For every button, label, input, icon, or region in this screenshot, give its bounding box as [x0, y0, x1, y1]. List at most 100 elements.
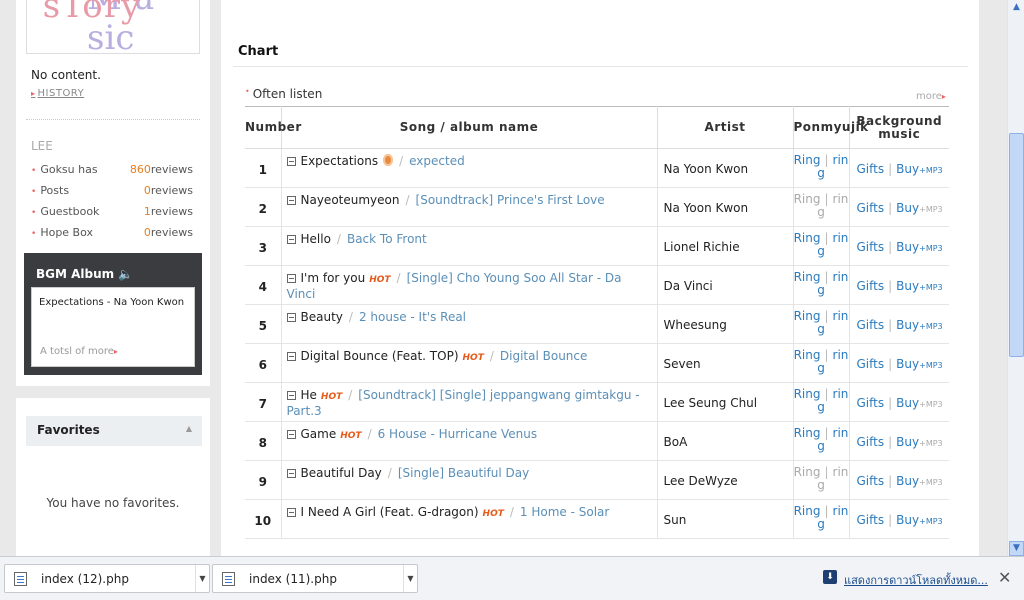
artist-name[interactable]: Lee DeWyze — [657, 460, 794, 500]
gifts-link[interactable]: Gifts — [857, 513, 885, 527]
ringback-link[interactable]: rin g — [817, 270, 848, 297]
speaker-icon[interactable]: 🔈 — [118, 267, 133, 281]
song-info-icon[interactable] — [286, 469, 296, 478]
collapse-icon[interactable]: ▲ — [186, 424, 192, 433]
album-name[interactable]: 2 house - It's Real — [359, 310, 466, 324]
album-name[interactable]: Digital Bounce — [500, 349, 588, 363]
artist-name[interactable]: Lionel Richie — [657, 226, 794, 266]
song-info-icon[interactable] — [286, 391, 296, 400]
ring-link[interactable]: Ring — [794, 231, 821, 245]
artist-name[interactable]: Na Yoon Kwon — [657, 187, 794, 227]
bgm-song[interactable]: Expectations - Na Yoon Kwon — [39, 297, 184, 308]
ring-link[interactable]: Ring — [794, 387, 821, 401]
song-title[interactable]: Digital Bounce (Feat. TOP) — [301, 349, 459, 363]
ringback-link[interactable]: rin g — [817, 153, 848, 180]
song-title[interactable]: Beautiful Day — [301, 466, 382, 480]
album-name[interactable]: expected — [409, 154, 465, 168]
ringback-link[interactable]: rin g — [817, 465, 848, 492]
album-name[interactable]: [Single] Beautiful Day — [398, 466, 529, 480]
buy-link[interactable]: Buy+MP3 — [896, 201, 942, 215]
ring-link[interactable]: Ring — [794, 153, 821, 167]
stat-guestbook[interactable]: • Guestbook 1reviews — [31, 205, 193, 218]
ringback-link[interactable]: rin g — [817, 426, 848, 453]
album-name[interactable]: [Soundtrack] Prince's First Love — [416, 193, 605, 207]
separator: / — [405, 193, 410, 207]
buy-link[interactable]: Buy+MP3 — [896, 318, 942, 332]
song-title[interactable]: He — [301, 388, 317, 402]
stat-goksu[interactable]: • Goksu has 860reviews — [31, 163, 193, 176]
gifts-link[interactable]: Gifts — [857, 435, 885, 449]
ring-link[interactable]: Ring — [794, 192, 821, 206]
ring-link[interactable]: Ring — [794, 270, 821, 284]
artist-name[interactable]: Wheesung — [657, 304, 794, 344]
song-info-icon[interactable] — [286, 313, 296, 322]
buy-link[interactable]: Buy+MP3 — [896, 513, 942, 527]
ringback-link[interactable]: rin g — [817, 504, 848, 531]
ringback-link[interactable]: rin g — [817, 348, 848, 375]
song-info-icon[interactable] — [286, 235, 296, 244]
show-all-downloads-link[interactable]: แสดงการดาวน์โหลดทั้งหมด... — [844, 571, 988, 589]
stat-hope-box[interactable]: • Hope Box 0reviews — [31, 226, 193, 239]
song-title[interactable]: Beauty — [301, 310, 343, 324]
close-icon[interactable]: ✕ — [998, 568, 1011, 587]
song-info-icon[interactable] — [286, 274, 296, 283]
album-name[interactable]: 6 House - Hurricane Venus — [378, 427, 538, 441]
gifts-link[interactable]: Gifts — [857, 279, 885, 293]
buy-link[interactable]: Buy+MP3 — [896, 474, 942, 488]
ringback-link[interactable]: rin g — [817, 231, 848, 258]
buy-link[interactable]: Buy+MP3 — [896, 435, 942, 449]
buy-link[interactable]: Buy+MP3 — [896, 240, 942, 254]
gifts-link[interactable]: Gifts — [857, 162, 885, 176]
ring-link[interactable]: Ring — [794, 504, 821, 518]
song-title[interactable]: I'm for you — [301, 271, 366, 285]
stat-posts[interactable]: • Posts 0reviews — [31, 184, 193, 197]
gifts-link[interactable]: Gifts — [857, 474, 885, 488]
history-link[interactable]: ▸ HISTORY — [31, 88, 84, 99]
scroll-up-icon[interactable]: ▲ — [1009, 0, 1024, 15]
chevron-down-icon[interactable]: ▼ — [403, 565, 417, 592]
song-title[interactable]: Nayeoteumyeon — [301, 193, 400, 207]
buy-link[interactable]: Buy+MP3 — [896, 279, 942, 293]
ringback-link[interactable]: rin g — [817, 309, 848, 336]
more-link[interactable]: more▸ — [916, 91, 948, 102]
artist-name[interactable]: BoA — [657, 421, 794, 461]
ring-link[interactable]: Ring — [794, 309, 821, 323]
song-title[interactable]: Game — [301, 427, 337, 441]
song-title[interactable]: I Need A Girl (Feat. G-dragon) — [301, 505, 479, 519]
song-info-icon[interactable] — [286, 430, 296, 439]
buy-link[interactable]: Buy+MP3 — [896, 162, 942, 176]
song-info-icon[interactable] — [286, 352, 296, 361]
artist-name[interactable]: Lee Seung Chul — [657, 382, 794, 422]
gifts-link[interactable]: Gifts — [857, 357, 885, 371]
artist-name[interactable]: Na Yoon Kwon — [657, 148, 794, 188]
gifts-link[interactable]: Gifts — [857, 318, 885, 332]
song-info-icon[interactable] — [286, 508, 296, 517]
ring-link[interactable]: Ring — [794, 465, 821, 479]
chevron-down-icon[interactable]: ▼ — [195, 565, 209, 592]
scrollbar-thumb[interactable] — [1009, 133, 1024, 357]
favorites-header[interactable]: Favorites ▲ — [26, 416, 202, 446]
artist-name[interactable]: Sun — [657, 499, 794, 539]
ringback-link[interactable]: rin g — [817, 192, 848, 219]
gifts-link[interactable]: Gifts — [857, 201, 885, 215]
album-name[interactable]: 1 Home - Solar — [520, 505, 609, 519]
gifts-link[interactable]: Gifts — [857, 240, 885, 254]
vertical-scrollbar[interactable]: ▲ ▼ — [1007, 0, 1024, 556]
bgm-more-link[interactable]: A totsl of more▸ — [40, 346, 120, 357]
song-info-icon[interactable] — [286, 157, 296, 166]
ring-link[interactable]: Ring — [794, 348, 821, 362]
ring-link[interactable]: Ring — [794, 426, 821, 440]
artist-name[interactable]: Seven — [657, 343, 794, 383]
song-title[interactable]: Expectations — [301, 154, 379, 168]
album-name[interactable]: Back To Front — [347, 232, 427, 246]
ringback-link[interactable]: rin g — [817, 387, 848, 414]
buy-link[interactable]: Buy+MP3 — [896, 396, 942, 410]
artist-name[interactable]: Da Vinci — [657, 265, 794, 305]
gifts-link[interactable]: Gifts — [857, 396, 885, 410]
buy-link[interactable]: Buy+MP3 — [896, 357, 942, 371]
download-item[interactable]: index (11).php ▼ — [212, 564, 418, 593]
scroll-down-icon[interactable]: ▼ — [1009, 541, 1024, 556]
download-item[interactable]: index (12).php ▼ — [4, 564, 210, 593]
song-info-icon[interactable] — [286, 196, 296, 205]
song-title[interactable]: Hello — [301, 232, 331, 246]
